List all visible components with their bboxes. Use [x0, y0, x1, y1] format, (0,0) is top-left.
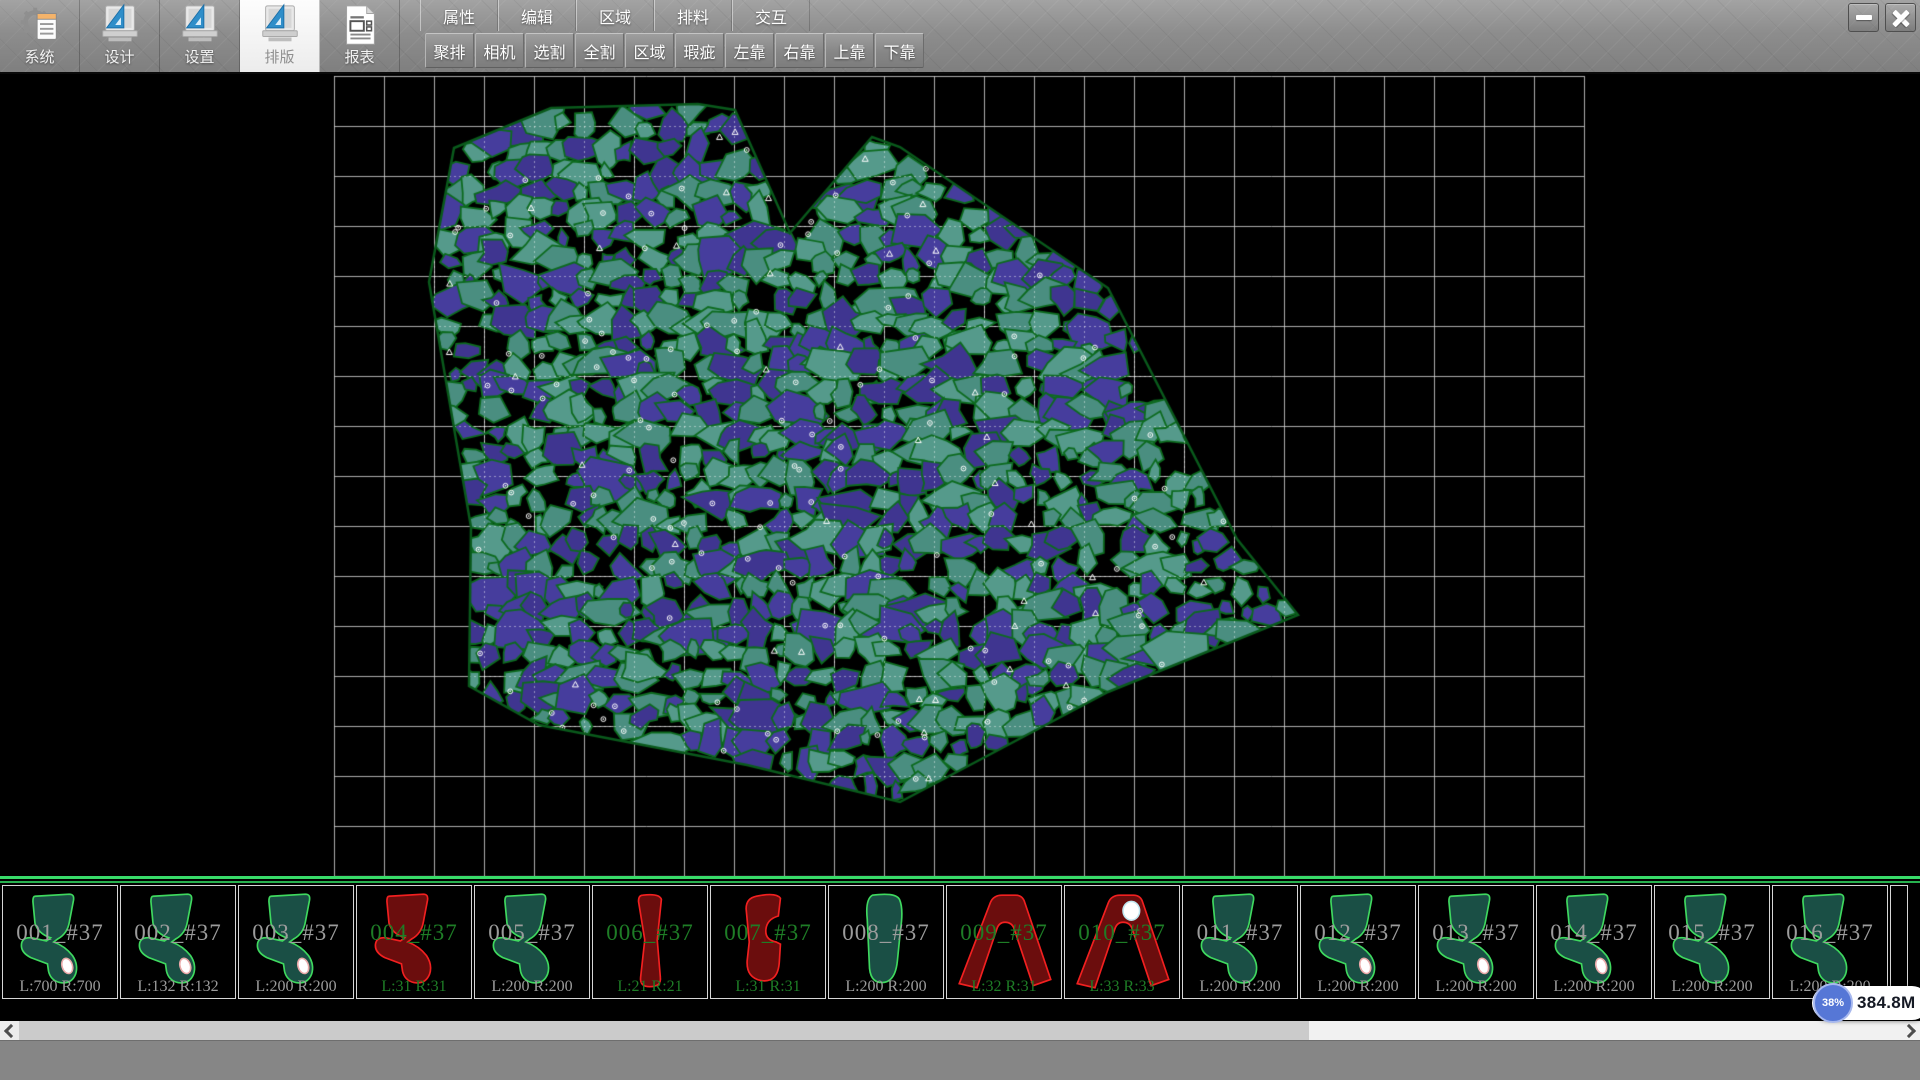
main-toolbar: 系统 设计 设置 排版 报表 属性编辑区域排料交互 聚排相机选割全割区域瑕疵左靠… — [0, 0, 1920, 74]
part-shape — [1543, 888, 1647, 996]
close-button[interactable] — [1885, 3, 1916, 32]
part-thumbnail-014_#37[interactable]: 014_#37 L:200 R:200 — [1536, 885, 1652, 999]
part-shape — [599, 888, 703, 996]
menu-tab-2[interactable]: 编辑 — [498, 0, 576, 31]
menu-tab-4[interactable]: 排料 — [654, 0, 732, 31]
memory-value: 384.8M — [1857, 993, 1916, 1013]
chevron-right-icon — [1902, 1023, 1916, 1037]
part-thumbnail-011_#37[interactable]: 011_#37 L:200 R:200 — [1182, 885, 1298, 999]
tool-button-4[interactable]: 全割 — [575, 33, 624, 68]
menu-tab-3[interactable]: 区域 — [576, 0, 654, 31]
tool-button-2[interactable]: 相机 — [475, 33, 524, 68]
tool-button-3[interactable]: 选割 — [525, 33, 574, 68]
mode-button-label: 报表 — [344, 46, 374, 67]
part-thumbnail-001_#37[interactable]: 001_#37 L:700 R:700 — [2, 885, 118, 999]
scroll-left-button[interactable] — [0, 1021, 19, 1040]
mode-button-label: 设计 — [104, 46, 134, 67]
tool-button-7[interactable]: 左靠 — [725, 33, 774, 68]
part-shape — [481, 888, 585, 996]
part-shape — [1425, 888, 1529, 996]
part-shape — [1661, 888, 1765, 996]
part-thumbnail-007_#37[interactable]: 007_#37 L:31 R:31 — [710, 885, 826, 999]
mode-button-label: 设置 — [184, 46, 214, 67]
part-thumbnail-015_#37[interactable]: 015_#37 L:200 R:200 — [1654, 885, 1770, 999]
laptop-ruler-icon — [257, 2, 303, 46]
parts-thumbnail-strip: 001_#37 L:700 R:700 002_#37 L:132 R:132 … — [0, 884, 1920, 1003]
memory-usage-badge: 38% 384.8M — [1812, 986, 1920, 1020]
scroll-right-button[interactable] — [1901, 1021, 1920, 1040]
part-thumbnail-013_#37[interactable]: 013_#37 L:200 R:200 — [1418, 885, 1534, 999]
part-shape — [245, 888, 349, 996]
part-shape — [953, 888, 1057, 996]
mode-button-4[interactable]: 排版 — [240, 0, 320, 72]
part-thumbnail-008_#37[interactable]: 008_#37 L:200 R:200 — [828, 885, 944, 999]
ribbon-tabs: 属性编辑区域排料交互 — [420, 0, 810, 31]
part-shape — [717, 888, 821, 996]
tool-button-6[interactable]: 瑕疵 — [675, 33, 724, 68]
main-mode-buttons: 系统 设计 设置 排版 报表 — [0, 0, 400, 72]
tool-button-8[interactable]: 右靠 — [775, 33, 824, 68]
part-thumbnail-005_#37[interactable]: 005_#37 L:200 R:200 — [474, 885, 590, 999]
laptop-ruler-icon — [177, 2, 223, 46]
status-bar — [0, 1040, 1920, 1080]
mode-button-2[interactable]: 设计 — [80, 0, 160, 72]
part-thumbnail-002_#37[interactable]: 002_#37 L:132 R:132 — [120, 885, 236, 999]
window-controls — [1848, 3, 1916, 32]
horizontal-scrollbar — [0, 1021, 1920, 1040]
part-shape — [1189, 888, 1293, 996]
mode-button-1[interactable]: 系统 — [0, 0, 80, 72]
ribbon-tools: 聚排相机选割全割区域瑕疵左靠右靠上靠下靠 — [425, 33, 925, 69]
part-shape — [835, 888, 939, 996]
mode-button-5[interactable]: 报表 — [320, 0, 400, 72]
part-thumbnail-partial[interactable] — [1890, 885, 1908, 999]
part-shape — [9, 888, 113, 996]
close-icon — [1892, 9, 1910, 27]
nesting-canvas[interactable] — [0, 72, 1920, 884]
mode-button-label: 排版 — [264, 46, 294, 67]
mode-button-label: 系统 — [24, 46, 54, 67]
part-shape — [363, 888, 467, 996]
report-icon — [337, 2, 383, 46]
part-thumbnail-010_#37[interactable]: 010_#37 L:33 R:33 — [1064, 885, 1180, 999]
chevron-left-icon — [4, 1023, 18, 1037]
strip-separator-line — [0, 876, 1920, 879]
laptop-ruler-icon — [97, 2, 143, 46]
mode-button-3[interactable]: 设置 — [160, 0, 240, 72]
part-shape — [1307, 888, 1411, 996]
part-thumbnail-016_#37[interactable]: 016_#37 L:200 R:200 — [1772, 885, 1888, 999]
part-shape — [1893, 888, 1920, 996]
tool-button-1[interactable]: 聚排 — [425, 33, 474, 68]
gear-doc-icon — [17, 2, 63, 46]
part-thumbnail-012_#37[interactable]: 012_#37 L:200 R:200 — [1300, 885, 1416, 999]
part-shape — [1071, 888, 1175, 996]
scrollbar-thumb[interactable] — [19, 1021, 1309, 1040]
percent-value: 38% — [1822, 997, 1844, 1009]
menu-tab-1[interactable]: 属性 — [420, 0, 498, 31]
part-thumbnail-003_#37[interactable]: 003_#37 L:200 R:200 — [238, 885, 354, 999]
part-shape — [127, 888, 231, 996]
part-shape — [1779, 888, 1883, 996]
minimize-button[interactable] — [1848, 3, 1879, 32]
part-thumbnail-004_#37[interactable]: 004_#37 L:31 R:31 — [356, 885, 472, 999]
tool-button-10[interactable]: 下靠 — [875, 33, 924, 68]
percent-indicator: 38% — [1813, 983, 1853, 1023]
part-thumbnail-009_#37[interactable]: 009_#37 L:32 R:31 — [946, 885, 1062, 999]
menu-tab-5[interactable]: 交互 — [732, 0, 810, 31]
minimize-icon — [1856, 15, 1872, 20]
strip-separator-line-2 — [0, 881, 1920, 883]
part-thumbnail-006_#37[interactable]: 006_#37 L:21 R:21 — [592, 885, 708, 999]
tool-button-5[interactable]: 区域 — [625, 33, 674, 68]
tool-button-9[interactable]: 上靠 — [825, 33, 874, 68]
